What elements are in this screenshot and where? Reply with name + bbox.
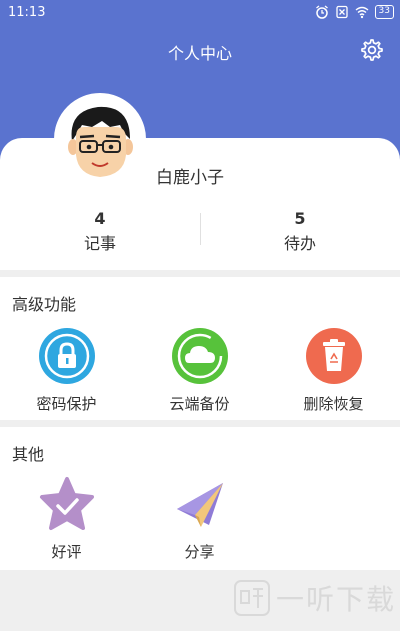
watermark: 一听下载 xyxy=(233,578,396,618)
alarm-icon xyxy=(315,5,328,19)
section-title-other: 其他 xyxy=(12,445,45,464)
status-icons: 33 xyxy=(315,5,394,19)
status-time: 11:13 xyxy=(8,5,46,20)
stat-todos-count: 5 xyxy=(294,209,306,228)
watermark-logo xyxy=(233,580,270,616)
stat-notes[interactable]: 4 记事 xyxy=(0,209,200,254)
star-check-icon xyxy=(39,477,94,530)
feature-password-label: 密码保护 xyxy=(36,395,97,413)
feature-share-label: 分享 xyxy=(184,543,215,561)
avatar-illustration xyxy=(58,97,142,181)
feature-rate[interactable]: 好评 xyxy=(0,475,133,562)
gear-icon[interactable] xyxy=(360,38,384,62)
stat-todos-label: 待办 xyxy=(283,234,316,253)
feature-cloud-backup[interactable]: 云端备份 xyxy=(133,327,266,414)
feature-delete-restore-label: 删除恢复 xyxy=(303,395,364,413)
section-title-advanced: 高级功能 xyxy=(12,295,77,314)
stat-todos[interactable]: 5 待办 xyxy=(200,209,400,254)
no-sim-icon xyxy=(335,5,348,19)
paper-plane-icon xyxy=(176,483,223,527)
feature-delete-restore[interactable]: 删除恢复 xyxy=(267,327,400,414)
other-section: 其他 好评 分享 xyxy=(0,427,400,570)
avatar[interactable] xyxy=(54,93,146,185)
feature-share[interactable]: 分享 xyxy=(133,475,266,562)
battery-icon: 33 xyxy=(374,5,394,19)
stat-notes-count: 4 xyxy=(94,209,106,228)
page-title: 个人中心 xyxy=(167,44,232,63)
feature-cloud-backup-label: 云端备份 xyxy=(169,395,230,413)
stat-notes-label: 记事 xyxy=(83,234,116,253)
feature-rate-label: 好评 xyxy=(51,543,82,561)
status-bar: 11:13 33 xyxy=(0,0,400,26)
lock-icon xyxy=(38,328,95,384)
recycle-bin-icon xyxy=(305,328,362,384)
cloud-icon xyxy=(171,328,228,384)
feature-password[interactable]: 密码保护 xyxy=(0,327,133,414)
advanced-section: 高级功能 密码保护 云端备份 删除恢复 xyxy=(0,277,400,420)
wifi-icon xyxy=(355,6,368,19)
watermark-text: 一听下载 xyxy=(275,583,396,616)
username: 白鹿小子 xyxy=(156,168,224,188)
